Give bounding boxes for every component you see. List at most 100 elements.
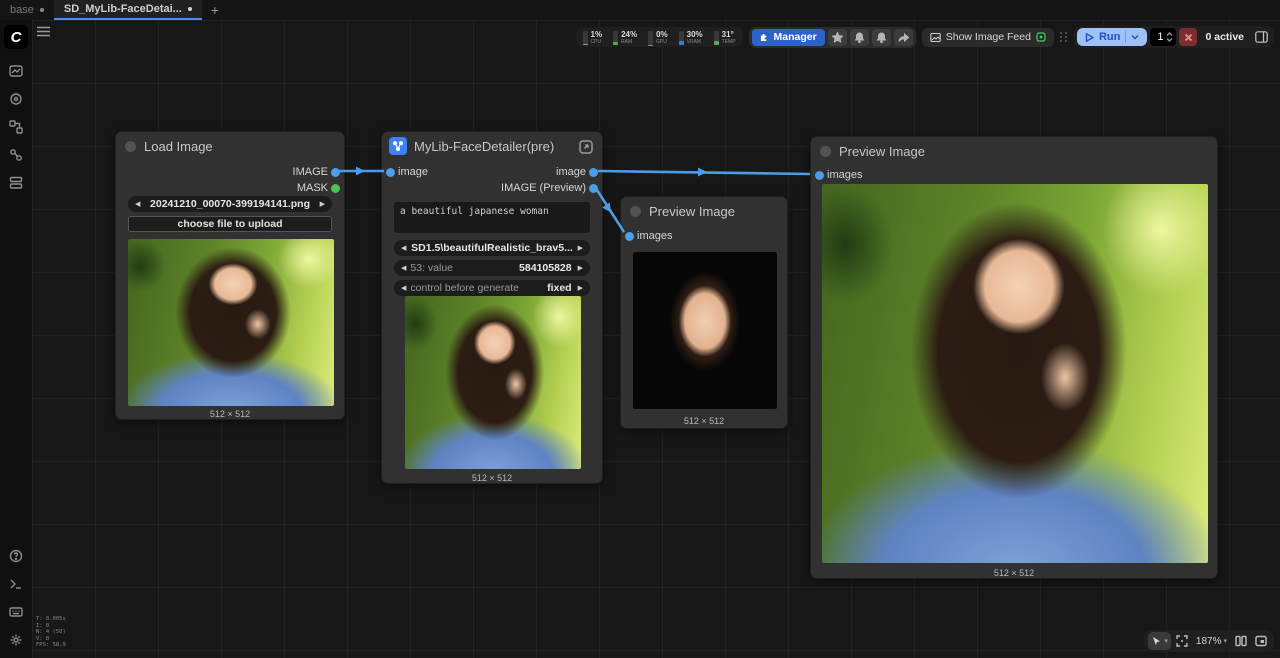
comfyui-logo[interactable]: C (4, 25, 28, 49)
collapse-dot-icon[interactable] (125, 141, 136, 152)
control-combo[interactable]: ◀ control before generate fixed ▶ (394, 280, 590, 296)
node-title-bar[interactable]: Preview Image (811, 137, 1217, 165)
preview-image-large (822, 184, 1208, 563)
model-library-icon[interactable] (4, 115, 28, 139)
node-title-bar[interactable]: Load Image (116, 132, 344, 160)
close-icon (1184, 33, 1193, 42)
node-title-label: Preview Image (649, 204, 735, 219)
minimap-button[interactable] (1252, 632, 1270, 650)
prompt-text-widget[interactable]: a beautiful japanese woman (394, 202, 590, 233)
manager-group: Manager (749, 27, 916, 48)
collapse-dot-icon[interactable] (820, 146, 831, 157)
tab-sd-mylib-facedetailer[interactable]: SD_MyLib-FaceDetai... (54, 0, 202, 20)
upload-button[interactable]: choose file to upload (128, 216, 332, 232)
checkpoint-combo[interactable]: ◀ SD1.5\beautifulRealistic_brav5... ▶ (394, 240, 590, 256)
vram-bar (679, 31, 684, 45)
node-facedetailer[interactable]: MyLib-FaceDetailer(pre) image image IMAG… (381, 131, 603, 484)
combo-next-icon[interactable]: ▶ (320, 200, 325, 208)
canvas-view-controls: ▾ 187% ▾ (1144, 630, 1274, 652)
image-size-label: 512 × 512 (621, 416, 787, 426)
bell-icon[interactable] (850, 29, 869, 46)
output-label-image: image (556, 165, 586, 179)
output-label-image-preview: IMAGE (Preview) (501, 181, 586, 195)
play-icon (1085, 33, 1094, 42)
tab-label: base (10, 4, 34, 16)
input-label-image: image (398, 165, 428, 179)
output-slot-image[interactable] (589, 168, 598, 177)
batch-count-stepper[interactable]: 1 (1150, 28, 1176, 46)
output-slot-image-preview[interactable] (589, 184, 598, 193)
node-library-icon[interactable] (4, 87, 28, 111)
run-button[interactable]: Run (1077, 28, 1147, 46)
temp-bar (714, 31, 719, 45)
toggle-links-button[interactable] (1232, 632, 1250, 650)
combo-next-icon[interactable]: ▶ (578, 284, 583, 292)
ram-bar (613, 31, 618, 45)
stepper-arrows-icon[interactable] (1166, 32, 1173, 42)
monitor-ram: 24%RAM (609, 29, 641, 45)
system-monitor: 1%CPU 24%RAM 0%GPU 30%VRAM 31°TEMP (576, 27, 743, 47)
puzzle-icon (760, 32, 770, 42)
image-size-label: 512 × 512 (382, 473, 602, 483)
run-options-chevron-icon[interactable] (1131, 34, 1139, 40)
zoom-chevron-icon: ▾ (1223, 637, 1227, 645)
run-group: Run 1 0 active (1074, 26, 1274, 48)
settings-gear-icon[interactable] (4, 628, 28, 652)
cpu-bar (583, 31, 588, 45)
input-slot-images[interactable] (625, 232, 634, 241)
tool-chevron-icon[interactable]: ▾ (1164, 637, 1168, 645)
monitor-vram: 30%VRAM (675, 29, 707, 45)
collapse-dot-icon[interactable] (630, 206, 641, 217)
output-label-mask: MASK (297, 181, 328, 195)
node-title-label: Preview Image (839, 144, 925, 159)
node-title-label: Load Image (144, 139, 213, 154)
output-slot-mask[interactable] (331, 184, 340, 193)
input-label-images: images (637, 229, 672, 243)
monitor-cpu: 1%CPU (579, 29, 607, 45)
node-title-label: MyLib-FaceDetailer(pre) (414, 139, 554, 154)
workflows-icon[interactable] (4, 143, 28, 167)
star-icon[interactable] (828, 29, 847, 46)
zoom-level-dropdown[interactable]: 187% ▾ (1193, 632, 1230, 650)
new-tab-button[interactable]: + (202, 0, 228, 20)
toggle-panel-icon[interactable] (1252, 29, 1271, 46)
image-file-combo[interactable]: ◀ 20241210_00070-399194141.png ▶ (128, 196, 332, 212)
combo-next-icon[interactable]: ▶ (578, 244, 583, 252)
node-preview-image-small[interactable]: Preview Image images 512 × 512 (620, 196, 788, 429)
canvas-menu-icon[interactable] (36, 25, 52, 39)
select-tool-button[interactable]: ▾ (1148, 632, 1171, 650)
workflow-tab-bar: base SD_MyLib-FaceDetai... + (0, 0, 1280, 20)
output-label-image: IMAGE (293, 165, 328, 179)
toolbar-drag-handle[interactable] (1060, 32, 1068, 42)
share-icon[interactable] (894, 29, 913, 46)
canvas-debug-stats: T: 0.005s I: 0 N: 4 (50) V: 0 FPS: 58.9 (36, 616, 66, 649)
monitor-temp: 31°TEMP (710, 29, 740, 45)
fit-view-button[interactable] (1173, 632, 1191, 650)
output-slot-image[interactable] (331, 168, 340, 177)
active-jobs-label: 0 active (1200, 31, 1249, 43)
queue-icon[interactable] (4, 59, 28, 83)
cursor-icon (1151, 636, 1162, 647)
preview-image-small (633, 252, 777, 409)
manager-button[interactable]: Manager (752, 29, 825, 46)
subgraph-icon (389, 137, 407, 155)
node-title-bar[interactable]: Preview Image (621, 197, 787, 225)
combo-next-icon[interactable]: ▶ (578, 264, 583, 272)
shortcuts-icon[interactable] (4, 600, 28, 624)
node-title-bar[interactable]: MyLib-FaceDetailer(pre) (382, 132, 602, 160)
bell-alert-icon[interactable] (872, 29, 891, 46)
help-icon[interactable] (4, 544, 28, 568)
input-label-images: images (827, 168, 862, 182)
open-subgraph-icon[interactable] (578, 139, 594, 155)
show-image-feed-button[interactable]: Show Image Feed (922, 28, 1054, 47)
tab-base[interactable]: base (0, 0, 54, 20)
terminal-icon[interactable] (4, 572, 28, 596)
templates-icon[interactable] (4, 171, 28, 195)
seed-combo[interactable]: ◀ 53: value 584105828 ▶ (394, 260, 590, 276)
input-slot-image[interactable] (386, 168, 395, 177)
interrupt-button[interactable] (1179, 28, 1197, 46)
node-preview-image-large[interactable]: Preview Image images 512 × 512 (810, 136, 1218, 579)
node-load-image[interactable]: Load Image IMAGE MASK ◀ 20241210_00070-3… (115, 131, 345, 420)
image-size-label: 512 × 512 (116, 409, 344, 419)
input-slot-images[interactable] (815, 171, 824, 180)
